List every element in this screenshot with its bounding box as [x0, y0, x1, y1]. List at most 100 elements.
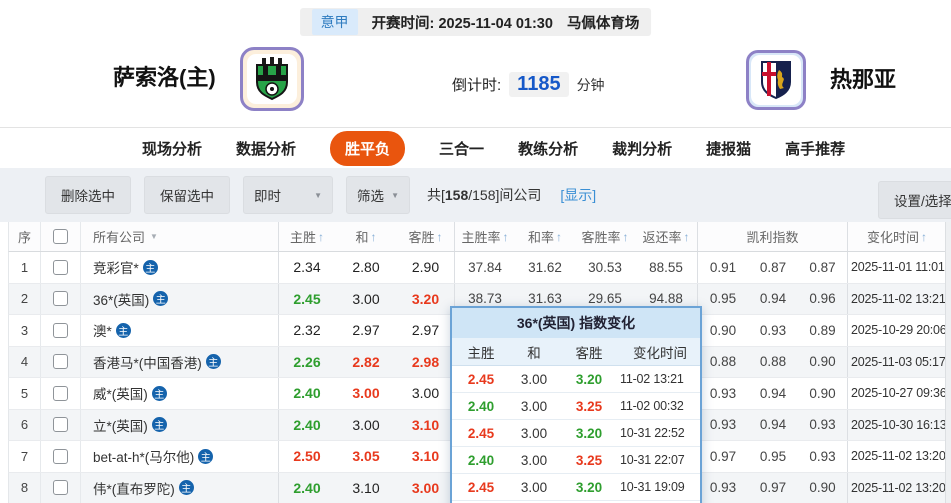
change-time: 2025-10-27 09:36: [851, 386, 947, 401]
company-cell[interactable]: bet-at-h*(马尔他) 主: [81, 441, 279, 472]
company-cell[interactable]: 立*(英国) 主: [81, 409, 279, 440]
home-odds[interactable]: 2.40: [279, 378, 335, 409]
home-odds[interactable]: 2.40: [279, 473, 335, 503]
away-odds[interactable]: 2.90: [397, 252, 455, 283]
company-cell[interactable]: 香港马*(中国香港) 主: [81, 346, 279, 377]
header-company[interactable]: 所有公司 ▼: [81, 222, 279, 251]
odds-change-popup: 36*(英国) 指数变化 主胜 和 客胜 变化时间 2.45 3.00 3.20…: [450, 306, 702, 503]
draw-odds[interactable]: 3.00: [335, 378, 397, 409]
row-checkbox[interactable]: [53, 291, 68, 307]
row-checkbox-cell: [41, 472, 81, 503]
row-checkbox[interactable]: [53, 385, 68, 401]
popup-away-odds: 3.25: [575, 452, 603, 468]
home-odds[interactable]: 2.26: [279, 347, 335, 378]
row-number: 2: [9, 283, 41, 314]
popup-draw-odds: 3.00: [520, 452, 548, 468]
away-odds[interactable]: 2.98: [397, 346, 455, 377]
popup-header-away: 客胜: [575, 345, 603, 361]
row-checkbox[interactable]: [53, 448, 68, 464]
away-odds[interactable]: 3.10: [397, 441, 455, 472]
header-home-odds[interactable]: 主胜 ↑: [279, 222, 335, 251]
nav-tab[interactable]: 现场分析: [142, 138, 202, 159]
away-odds[interactable]: 3.20: [397, 283, 455, 314]
sort-asc-icon: ↑: [436, 229, 443, 244]
home-odds[interactable]: 2.45: [279, 284, 335, 315]
kelly-home: 0.93: [709, 480, 737, 496]
delete-selected-button[interactable]: 删除选中: [45, 176, 131, 214]
company-cell[interactable]: 澳* 主: [81, 315, 279, 346]
sort-asc-icon: ↑: [921, 229, 927, 244]
home-badge-icon: 主: [115, 322, 131, 338]
count-prefix: 共[: [427, 187, 445, 203]
kelly-away: 0.90: [798, 378, 848, 409]
header-draw-rate[interactable]: 和率 ↑: [515, 222, 575, 251]
away-odds[interactable]: 2.97: [397, 315, 455, 346]
away-odds[interactable]: 3.00: [397, 472, 455, 503]
instant-odds-dropdown[interactable]: 即时 ▼: [243, 176, 333, 214]
change-time: 2025-11-02 13:20: [851, 480, 946, 495]
row-checkbox[interactable]: [53, 480, 68, 496]
header-away-rate[interactable]: 客胜率 ↑: [575, 222, 635, 251]
row-checkbox[interactable]: [53, 417, 68, 433]
row-checkbox[interactable]: [53, 354, 68, 370]
chevron-down-icon: ▼: [391, 190, 399, 200]
popup-home-odds: 2.40: [467, 398, 495, 414]
sort-asc-icon: ↑: [622, 229, 629, 244]
return-rate: 88.55: [635, 252, 698, 283]
select-all-checkbox[interactable]: [53, 229, 68, 244]
nav-tab[interactable]: 教练分析: [518, 138, 578, 159]
draw-odds[interactable]: 3.00: [335, 410, 397, 441]
home-badge-icon: 主: [198, 448, 214, 464]
kelly-draw: 0.94: [759, 385, 787, 401]
company-cell[interactable]: 竞彩官* 主: [81, 252, 279, 283]
company-cell[interactable]: 伟*(直布罗陀) 主: [81, 472, 279, 503]
company-cell[interactable]: 威*(英国) 主: [81, 378, 279, 409]
header-company-label: 所有公司: [93, 230, 146, 245]
header-away-odds[interactable]: 客胜 ↑: [397, 222, 455, 251]
settings-select-button[interactable]: 设置/选择: [878, 181, 951, 219]
kickoff-value: 2025-11-04 01:30: [438, 15, 553, 32]
row-checkbox[interactable]: [53, 322, 68, 338]
kickoff-time: 开赛时间: 2025-11-04 01:30: [372, 12, 553, 33]
draw-odds[interactable]: 3.00: [335, 284, 397, 315]
company-cell[interactable]: 36*(英国) 主: [81, 283, 279, 314]
count-value: 158: [444, 187, 469, 203]
home-crest-icon: [247, 54, 297, 104]
kelly-away: 0.93: [798, 409, 848, 440]
filter-dropdown[interactable]: 筛选 ▼: [346, 176, 410, 214]
header-home-rate[interactable]: 主胜率 ↑: [455, 222, 515, 251]
draw-odds[interactable]: 3.05: [335, 441, 397, 472]
away-odds[interactable]: 3.10: [397, 409, 455, 440]
nav-tab[interactable]: 高手推荐: [785, 138, 845, 159]
nav-tab[interactable]: 三合一: [439, 138, 484, 159]
kelly-home: 0.88: [709, 354, 737, 370]
header-change-time[interactable]: 变化时间 ↑: [848, 222, 946, 251]
header-return-rate[interactable]: 返还率 ↑: [635, 222, 698, 251]
draw-odds[interactable]: 2.97: [335, 315, 397, 346]
header-kelly: 凯利指数: [698, 222, 848, 251]
home-odds[interactable]: 2.40: [279, 410, 335, 441]
home-odds[interactable]: 2.50: [279, 441, 335, 472]
draw-odds[interactable]: 3.10: [335, 473, 397, 503]
popup-away-odds: 3.20: [575, 425, 603, 441]
nav-tab[interactable]: 捷报猫: [706, 138, 751, 159]
home-odds[interactable]: 2.32: [279, 315, 335, 346]
nav-tab[interactable]: 胜平负: [330, 130, 406, 166]
popup-home-odds: 2.45: [467, 479, 495, 495]
nav-tab[interactable]: 数据分析: [236, 138, 296, 159]
header-draw-odds[interactable]: 和 ↑: [335, 222, 397, 251]
popup-header-draw: 和: [527, 345, 541, 361]
header-away-label: 客胜: [408, 230, 435, 245]
kelly-draw: 0.97: [759, 480, 787, 496]
draw-odds[interactable]: 2.80: [335, 252, 397, 283]
kelly-draw: 0.94: [759, 291, 787, 307]
popup-title: 36*(英国) 指数变化: [452, 308, 700, 338]
row-checkbox[interactable]: [53, 259, 68, 275]
nav-tab[interactable]: 裁判分析: [612, 138, 672, 159]
keep-selected-button[interactable]: 保留选中: [144, 176, 230, 214]
home-odds[interactable]: 2.34: [279, 252, 335, 283]
draw-odds[interactable]: 2.82: [335, 347, 397, 378]
away-odds[interactable]: 3.00: [397, 378, 455, 409]
show-link[interactable]: [显示]: [560, 185, 596, 205]
vertical-scrollbar[interactable]: [945, 222, 951, 503]
